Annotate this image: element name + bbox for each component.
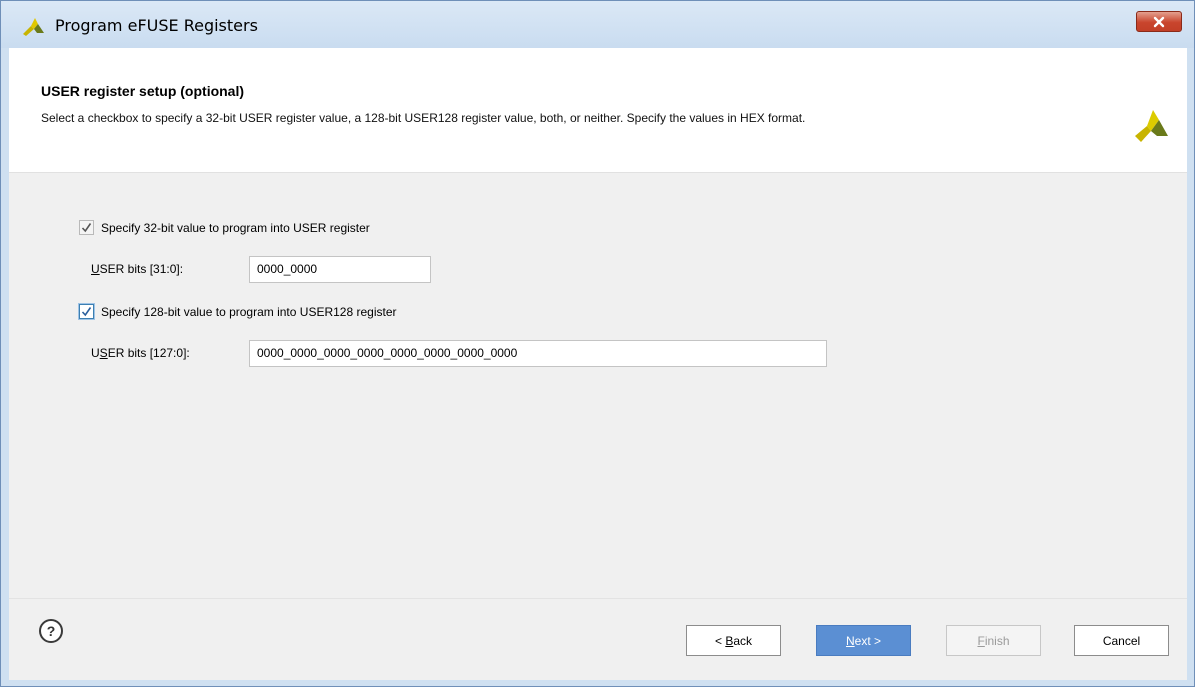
close-icon xyxy=(1153,16,1165,27)
finish-label: inish xyxy=(984,633,1010,648)
page-description: Select a checkbox to specify a 32-bit US… xyxy=(41,111,806,125)
page-title: USER register setup (optional) xyxy=(41,83,245,99)
cancel-button[interactable]: Cancel xyxy=(1074,625,1169,656)
checkmark-icon xyxy=(81,307,92,317)
next-label: ext > xyxy=(854,633,882,648)
dialog-window: Program eFUSE Registers USER register se… xyxy=(0,0,1195,687)
help-icon[interactable]: ? xyxy=(39,619,63,643)
user128-label-prefix: U xyxy=(91,346,100,360)
next-mnemonic: N xyxy=(845,633,855,648)
user128-label-text: ER bits [127:0]: xyxy=(107,346,190,360)
user32-mnemonic: U xyxy=(91,262,100,276)
window-title: Program eFUSE Registers xyxy=(55,16,258,35)
user128-mnemonic: S xyxy=(99,346,108,360)
back-mnemonic: B xyxy=(725,633,734,648)
user32-option[interactable]: Specify 32-bit value to program into USE… xyxy=(79,220,370,235)
user128-checkbox[interactable] xyxy=(79,304,94,319)
user128-bits-input[interactable]: 0000_0000_0000_0000_0000_0000_0000_0000 xyxy=(249,340,827,367)
back-button[interactable]: < Back xyxy=(686,625,781,656)
checkmark-icon xyxy=(81,223,92,233)
finish-mnemonic: F xyxy=(977,633,985,648)
user32-checkbox-label: Specify 32-bit value to program into USE… xyxy=(101,220,370,235)
back-prefix: < xyxy=(714,633,726,648)
back-label: ack xyxy=(733,633,753,648)
wizard-footer: ? < Back Next > Finish Cancel xyxy=(9,598,1187,680)
user32-checkbox[interactable] xyxy=(79,220,94,235)
dialog-content: USER register setup (optional) Select a … xyxy=(9,48,1187,680)
app-logo-icon xyxy=(23,18,44,36)
user32-bits-input[interactable]: 0000_0000 xyxy=(249,256,431,283)
close-button[interactable] xyxy=(1136,11,1182,32)
wizard-body: Specify 32-bit value to program into USE… xyxy=(9,173,1187,598)
user128-field-label: USER bits [127:0]: xyxy=(91,346,190,360)
next-button[interactable]: Next > xyxy=(816,625,911,656)
title-bar[interactable]: Program eFUSE Registers xyxy=(1,1,1194,48)
finish-button[interactable]: Finish xyxy=(946,625,1041,656)
user128-option[interactable]: Specify 128-bit value to program into US… xyxy=(79,304,396,319)
xilinx-logo-icon xyxy=(1135,110,1168,142)
user128-checkbox-label: Specify 128-bit value to program into US… xyxy=(101,304,397,319)
wizard-header: USER register setup (optional) Select a … xyxy=(9,48,1187,173)
user32-label-text: SER bits [31:0]: xyxy=(99,262,184,276)
user32-field-label: USER bits [31:0]: xyxy=(91,262,183,276)
